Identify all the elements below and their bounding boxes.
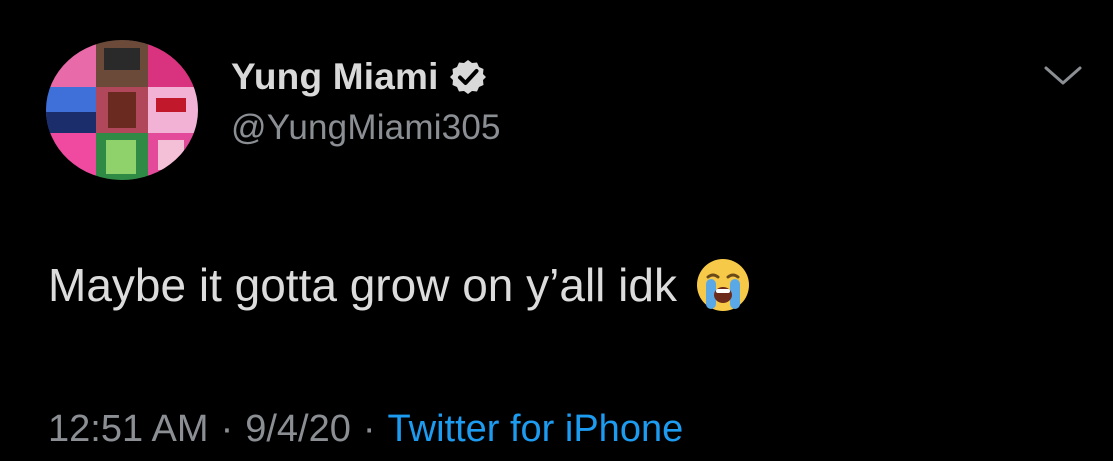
tweet-text: Maybe it gotta grow on y’all idk <box>48 255 753 315</box>
meta-separator: · <box>220 408 234 450</box>
chevron-down-icon[interactable] <box>1040 56 1086 96</box>
tweet-card: Yung Miami @YungMiami305 Maybe it gotta … <box>0 0 1113 461</box>
tweet-meta: 12:51 AM · 9/4/20 · Twitter for iPhone <box>48 408 683 451</box>
loudly-crying-face-icon <box>693 255 753 315</box>
profile-collage-image <box>46 40 198 180</box>
tweet-source-link[interactable]: Twitter for iPhone <box>388 408 684 451</box>
name-row: Yung Miami <box>231 52 487 102</box>
avatar[interactable] <box>46 40 198 180</box>
tweet-time[interactable]: 12:51 AM <box>48 408 209 451</box>
display-name[interactable]: Yung Miami <box>231 56 439 98</box>
verified-badge-icon <box>449 58 487 96</box>
tweet-date[interactable]: 9/4/20 <box>245 408 351 451</box>
meta-separator: · <box>362 408 376 450</box>
tweet-body: Maybe it gotta grow on y’all idk <box>48 259 677 311</box>
user-handle[interactable]: @YungMiami305 <box>231 108 501 148</box>
